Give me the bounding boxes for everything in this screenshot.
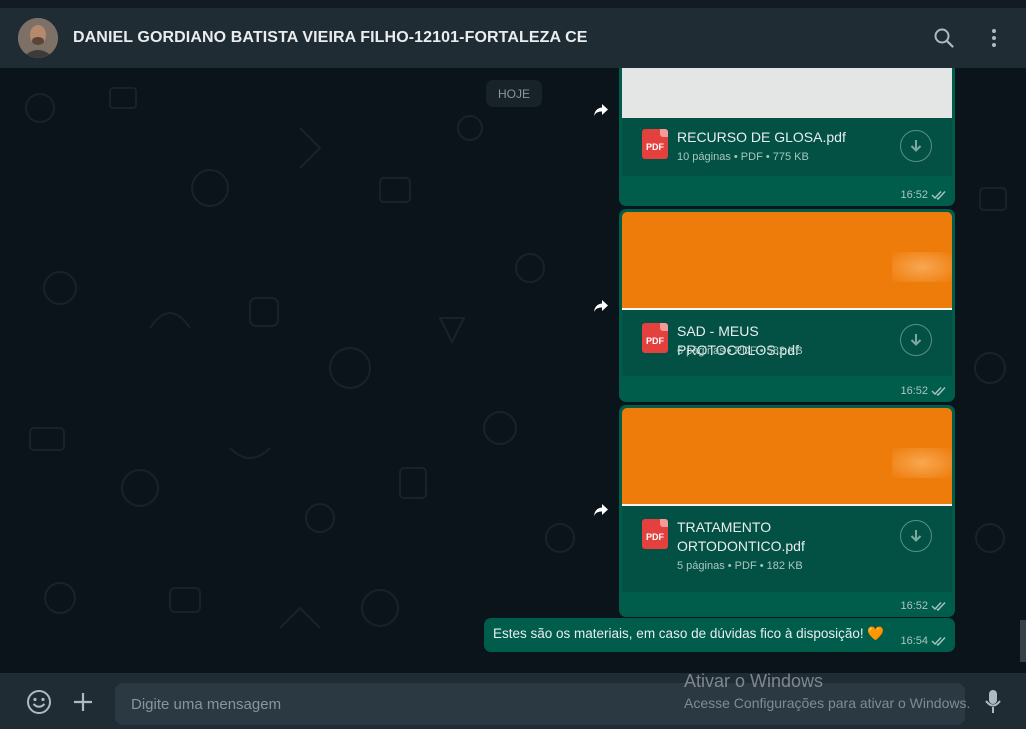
chat-header[interactable]: DANIEL GORDIANO BATISTA VIEIRA FILHO-121… [0, 8, 1026, 68]
message-time: 16:52 [900, 600, 947, 612]
document-preview[interactable] [622, 68, 952, 118]
double-check-icon [931, 602, 946, 611]
document-preview[interactable] [622, 212, 952, 310]
download-button[interactable] [900, 520, 932, 552]
microphone-icon[interactable] [980, 689, 1006, 715]
search-icon[interactable] [932, 26, 956, 50]
time-label: 16:54 [900, 635, 928, 647]
contact-name[interactable]: DANIEL GORDIANO BATISTA VIEIRA FILHO-121… [73, 29, 588, 47]
message-time: 16:52 [900, 189, 947, 201]
message-time: 16:52 [900, 385, 947, 397]
double-check-icon [931, 191, 946, 200]
forward-icon[interactable] [587, 96, 614, 123]
document-message[interactable]: PDF TRATAMENTO ORTODONTICO.pdf 5 páginas… [619, 405, 955, 617]
document-preview[interactable] [622, 408, 952, 506]
file-meta: 6 páginas • PDF • 582 KB [677, 345, 803, 357]
time-label: 16:52 [900, 600, 928, 612]
attach-plus-icon[interactable] [70, 689, 96, 715]
document-file-box[interactable]: PDF RECURSO DE GLOSA.pdf 10 páginas • PD… [622, 118, 952, 176]
menu-icon[interactable] [982, 26, 1006, 50]
file-meta: 10 páginas • PDF • 775 KB [677, 151, 809, 163]
window-top-strip [0, 0, 1026, 8]
day-separator: HOJE [486, 80, 543, 107]
avatar[interactable] [18, 18, 58, 58]
double-check-icon [931, 637, 946, 646]
message-time: 16:54 [900, 635, 947, 647]
text-message[interactable]: Estes são os materiais, em caso de dúvid… [484, 618, 955, 652]
download-button[interactable] [900, 324, 932, 356]
whatsapp-window: DANIEL GORDIANO BATISTA VIEIRA FILHO-121… [0, 0, 1026, 729]
pdf-icon: PDF [642, 323, 668, 353]
document-message[interactable]: PDF SAD - MEUS PROTOCOLOS.pdf 6 páginas … [619, 209, 955, 402]
compose-bar [0, 673, 1026, 729]
message-input[interactable] [115, 683, 965, 725]
chat-scrollbar[interactable] [1020, 68, 1026, 673]
file-name: TRATAMENTO ORTODONTICO.pdf [677, 519, 805, 554]
chat-area[interactable]: HOJE PDF RECURSO DE GLOSA.pdf 10 páginas… [0, 68, 1026, 673]
forward-icon[interactable] [587, 292, 614, 319]
pdf-icon: PDF [642, 129, 668, 159]
document-file-box[interactable]: PDF TRATAMENTO ORTODONTICO.pdf 5 páginas… [622, 506, 952, 592]
time-label: 16:52 [900, 385, 928, 397]
document-message[interactable]: PDF RECURSO DE GLOSA.pdf 10 páginas • PD… [619, 68, 955, 206]
forward-icon[interactable] [587, 496, 614, 523]
emoji-icon[interactable] [26, 689, 52, 715]
download-button[interactable] [900, 130, 932, 162]
time-label: 16:52 [900, 189, 928, 201]
file-meta: 5 páginas • PDF • 182 KB [677, 560, 803, 572]
message-text: Estes são os materiais, em caso de dúvid… [493, 626, 885, 641]
double-check-icon [931, 387, 946, 396]
pdf-icon: PDF [642, 519, 668, 549]
chat-scrollbar-thumb[interactable] [1020, 620, 1026, 662]
document-file-box[interactable]: PDF SAD - MEUS PROTOCOLOS.pdf 6 páginas … [622, 310, 952, 376]
file-name: RECURSO DE GLOSA.pdf [677, 129, 846, 145]
